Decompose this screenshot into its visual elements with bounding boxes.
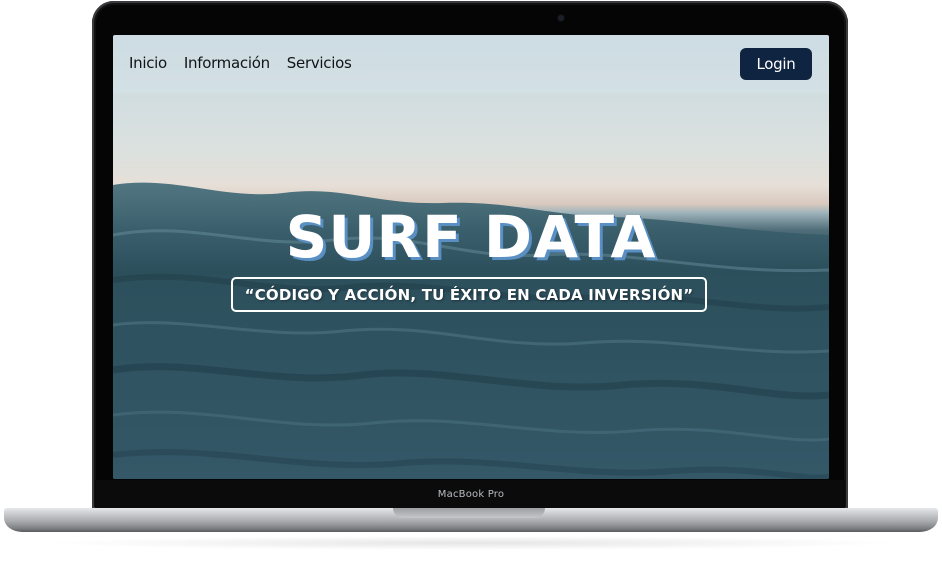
hero-tagline: “CÓDIGO Y ACCIÓN, TU ÉXITO EN CADA INVER… — [231, 277, 707, 312]
model-label: MacBook Pro — [437, 489, 505, 500]
login-button[interactable]: Login — [740, 48, 812, 80]
nav-links: Inicio Información Servicios — [129, 54, 352, 72]
website-screen: Inicio Información Servicios Login SURF … — [113, 35, 829, 479]
site-navbar: Inicio Información Servicios Login — [113, 35, 829, 93]
hero-title: SURF DATA — [285, 203, 657, 271]
lid-opening-notch — [393, 508, 545, 518]
nav-link-servicios[interactable]: Servicios — [287, 54, 352, 72]
nav-link-informacion[interactable]: Información — [184, 54, 270, 72]
laptop-mockup: Inicio Información Servicios Login SURF … — [0, 0, 942, 562]
camera-icon — [558, 15, 564, 21]
laptop-shadow — [40, 536, 902, 550]
nav-link-inicio[interactable]: Inicio — [129, 54, 167, 72]
